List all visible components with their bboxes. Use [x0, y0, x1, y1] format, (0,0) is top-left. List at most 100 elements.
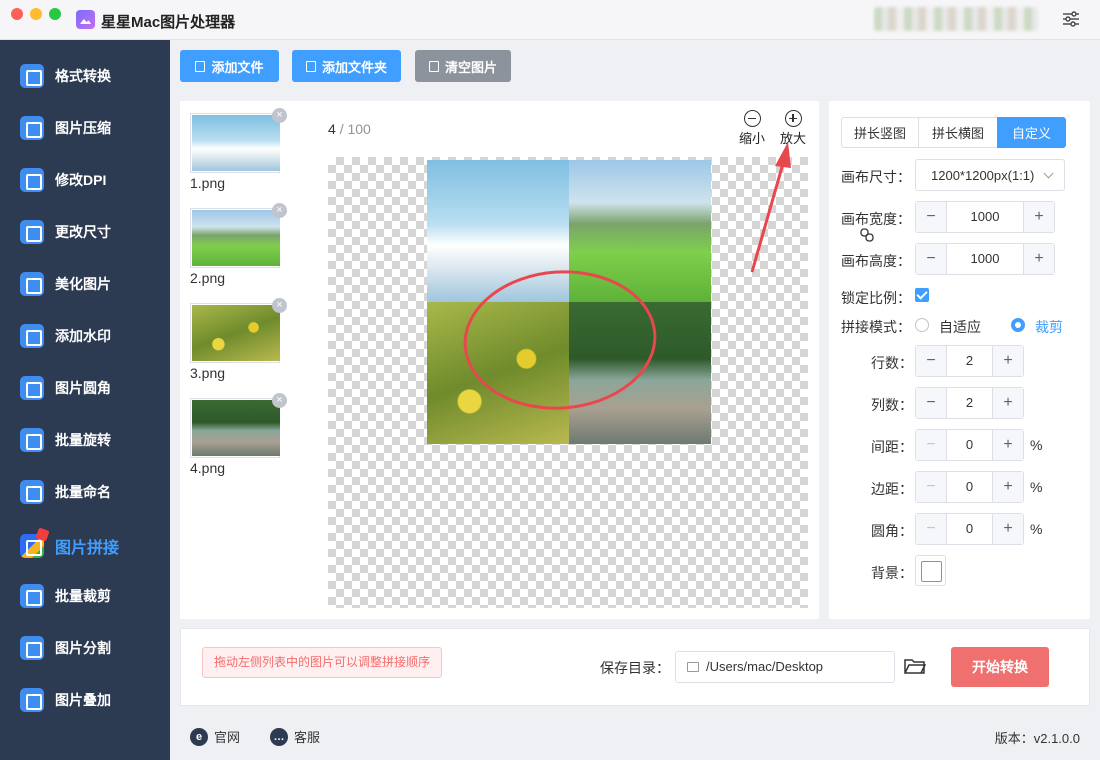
- current-count: 4: [328, 121, 336, 137]
- sidebar-item-split[interactable]: 图片分割: [0, 626, 170, 670]
- remove-file-icon[interactable]: ×: [272, 203, 287, 218]
- canvas-size-select[interactable]: 1200*1200px(1:1): [915, 159, 1065, 191]
- zoom-out-button[interactable]: 缩小: [735, 110, 769, 147]
- thumbnail-image: [192, 115, 280, 171]
- sidebar-item-format-convert[interactable]: 格式转换: [0, 54, 170, 98]
- settings-sliders-icon[interactable]: [1062, 11, 1080, 27]
- radius-decrease-button[interactable]: −: [916, 514, 947, 544]
- link-icon[interactable]: [860, 228, 874, 242]
- support-link[interactable]: … 客服: [270, 727, 320, 746]
- sidebar-item-resize[interactable]: 更改尺寸: [0, 210, 170, 254]
- beautify-icon: [20, 272, 44, 296]
- save-dir-label: 保存目录：: [600, 660, 670, 676]
- radius-stepper[interactable]: − 0 +: [915, 513, 1024, 545]
- mode-crop-label[interactable]: 裁剪: [1035, 317, 1063, 337]
- spacing-decrease-button[interactable]: −: [916, 430, 947, 460]
- spacing-label: 间距：: [871, 439, 913, 455]
- remove-file-icon[interactable]: ×: [272, 298, 287, 313]
- cols-stepper[interactable]: − 2 +: [915, 387, 1024, 419]
- mode-crop-radio[interactable]: [1011, 318, 1025, 332]
- tab-long-vertical[interactable]: 拼长竖图: [841, 117, 919, 148]
- height-increase-button[interactable]: +: [1023, 244, 1054, 274]
- add-file-button[interactable]: 添加文件: [180, 50, 279, 82]
- margin-stepper[interactable]: − 0 +: [915, 471, 1024, 503]
- background-color-picker[interactable]: [915, 555, 946, 586]
- count-separator: /: [339, 121, 344, 137]
- crop-icon: [20, 584, 44, 608]
- radius-increase-button[interactable]: +: [992, 514, 1023, 544]
- radius-value[interactable]: 0: [947, 514, 992, 544]
- height-value[interactable]: 1000: [947, 244, 1023, 274]
- stitch-icon: [20, 534, 44, 558]
- stitch-mode-label: 拼接模式：: [841, 319, 911, 335]
- spacing-stepper[interactable]: − 0 +: [915, 429, 1024, 461]
- window-close-button[interactable]: [11, 8, 23, 20]
- zoom-in-button[interactable]: 放大: [776, 110, 810, 147]
- width-value[interactable]: 1000: [947, 202, 1023, 232]
- title-bar: 星星Mac图片处理器: [0, 0, 1100, 40]
- sidebar-item-dpi[interactable]: 修改DPI: [0, 158, 170, 202]
- lock-ratio-checkbox[interactable]: [915, 288, 929, 302]
- clear-images-button[interactable]: 清空图片: [415, 50, 511, 82]
- width-decrease-button[interactable]: −: [916, 202, 947, 232]
- tab-long-horizontal[interactable]: 拼长横图: [918, 117, 998, 148]
- user-avatar[interactable]: [874, 7, 1038, 31]
- website-link[interactable]: e 官网: [190, 727, 240, 746]
- sidebar: 格式转换 图片压缩 修改DPI 更改尺寸 美化图片 添加水印 图片圆角 批量旋转…: [0, 40, 170, 760]
- sidebar-item-overlay[interactable]: 图片叠加: [0, 678, 170, 722]
- canvas-width-stepper[interactable]: − 1000 +: [915, 201, 1055, 233]
- cols-increase-button[interactable]: +: [992, 388, 1023, 418]
- rows-value[interactable]: 2: [947, 346, 992, 376]
- spacing-unit: %: [1030, 437, 1043, 453]
- thumbnail-image: [192, 400, 280, 456]
- margin-value[interactable]: 0: [947, 472, 992, 502]
- rows-increase-button[interactable]: +: [992, 346, 1023, 376]
- sidebar-item-stitch[interactable]: 图片拼接: [0, 524, 170, 568]
- spacing-increase-button[interactable]: +: [992, 430, 1023, 460]
- remove-file-icon[interactable]: ×: [272, 108, 287, 123]
- sidebar-item-crop[interactable]: 批量裁剪: [0, 574, 170, 618]
- rows-decrease-button[interactable]: −: [916, 346, 947, 376]
- sidebar-item-rename[interactable]: 批量命名: [0, 470, 170, 514]
- margin-increase-button[interactable]: +: [992, 472, 1023, 502]
- canvas-height-stepper[interactable]: − 1000 +: [915, 243, 1055, 275]
- sidebar-item-watermark[interactable]: 添加水印: [0, 314, 170, 358]
- sidebar-item-rotate[interactable]: 批量旋转: [0, 418, 170, 462]
- folder-icon: [305, 60, 316, 72]
- remove-file-icon[interactable]: ×: [272, 393, 287, 408]
- height-decrease-button[interactable]: −: [916, 244, 947, 274]
- mode-adaptive-radio[interactable]: [915, 318, 929, 332]
- margin-decrease-button[interactable]: −: [916, 472, 947, 502]
- open-folder-icon[interactable]: [904, 657, 926, 675]
- width-increase-button[interactable]: +: [1023, 202, 1054, 232]
- spacing-value[interactable]: 0: [947, 430, 992, 460]
- thumbnail-image: [192, 305, 280, 361]
- file-thumb[interactable]: ×: [190, 393, 287, 458]
- sidebar-item-compress[interactable]: 图片压缩: [0, 106, 170, 150]
- page-counter: 4 / 100: [328, 121, 371, 137]
- preview-cell: [569, 302, 711, 444]
- margin-label: 边距：: [871, 481, 913, 497]
- cols-value[interactable]: 2: [947, 388, 992, 418]
- canvas-height-label: 画布高度：: [841, 253, 911, 269]
- window-minimize-button[interactable]: [30, 8, 42, 20]
- rows-stepper[interactable]: − 2 +: [915, 345, 1024, 377]
- save-path-input[interactable]: /Users/mac/Desktop: [675, 651, 895, 683]
- total-count: 100: [347, 121, 371, 137]
- file-thumb[interactable]: ×: [190, 203, 287, 268]
- sidebar-item-beautify[interactable]: 美化图片: [0, 262, 170, 306]
- file-thumb[interactable]: ×: [190, 108, 287, 173]
- preview-cell: [569, 160, 711, 302]
- preview-cell: [427, 160, 569, 302]
- sidebar-item-round-corner[interactable]: 图片圆角: [0, 366, 170, 410]
- resize-icon: [20, 220, 44, 244]
- tab-custom[interactable]: 自定义: [997, 117, 1066, 148]
- cols-decrease-button[interactable]: −: [916, 388, 947, 418]
- file-thumb[interactable]: ×: [190, 298, 287, 363]
- window-maximize-button[interactable]: [49, 8, 61, 20]
- add-folder-button[interactable]: 添加文件夹: [292, 50, 401, 82]
- start-convert-button[interactable]: 开始转换: [951, 647, 1049, 687]
- mode-adaptive-label[interactable]: 自适应: [939, 317, 981, 337]
- overlay-icon: [20, 688, 44, 712]
- lock-ratio-label: 锁定比例：: [841, 290, 911, 306]
